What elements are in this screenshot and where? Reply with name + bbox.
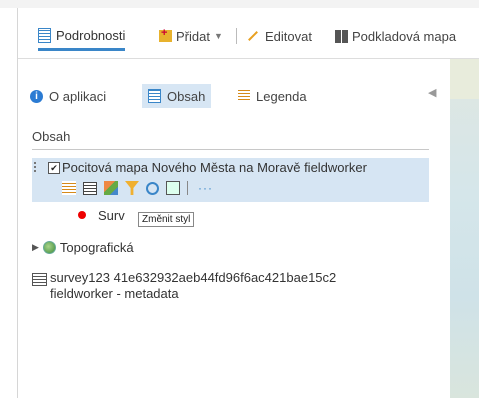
- sublayer-row: Surv: [78, 205, 125, 225]
- layer-row[interactable]: ✔ Pocitová mapa Nového Města na Moravě f…: [32, 158, 429, 202]
- filter-icon[interactable]: [125, 181, 139, 195]
- details-icon: [38, 27, 51, 43]
- tab-legend-label: Legenda: [256, 88, 307, 104]
- table-layer-name: survey123 41e632932aeb44fd96f6ac421bae15…: [50, 270, 336, 302]
- basemap-label: Podkladová mapa: [352, 28, 457, 44]
- toolbar-separator: [236, 28, 237, 44]
- map-view[interactable]: [450, 59, 479, 398]
- analysis-icon[interactable]: [146, 181, 159, 195]
- app-panel: Podrobnosti + Přidat ▼ Editovat Podklado…: [18, 8, 479, 398]
- tab-content-label: Obsah: [167, 88, 206, 104]
- point-symbol-icon: [78, 211, 86, 219]
- pencil-icon: [248, 31, 258, 41]
- drag-handle-icon[interactable]: [34, 162, 38, 176]
- top-strip: [0, 0, 479, 8]
- section-divider: [32, 149, 429, 150]
- add-button[interactable]: + Přidat ▼: [159, 22, 223, 50]
- expand-arrow-icon[interactable]: ▶: [32, 242, 39, 253]
- tab-legend[interactable]: Legenda: [238, 84, 307, 108]
- layer-actions: ···: [62, 180, 213, 196]
- section-title: Obsah: [32, 129, 71, 144]
- basemap-layer-row[interactable]: ▶ Topografická: [32, 237, 134, 257]
- legend-icon: [238, 90, 250, 102]
- info-icon: i: [30, 89, 43, 103]
- basemap-layer-name: Topografická: [59, 239, 134, 255]
- details-button[interactable]: Podrobnosti: [38, 22, 126, 51]
- actions-separator: [187, 181, 188, 195]
- add-label: Přidat: [176, 28, 210, 44]
- toolbar: Podrobnosti + Přidat ▼ Editovat Podklado…: [18, 22, 479, 51]
- edit-label: Editovat: [265, 28, 312, 44]
- table-layer-line1: survey123 41e632932aeb44fd96f6ac421bae15…: [50, 270, 337, 285]
- map-viewer-icon[interactable]: [166, 181, 180, 195]
- table-layer-line2: fieldworker - metadata: [50, 286, 179, 301]
- basemap-button[interactable]: Podkladová mapa: [335, 22, 456, 50]
- tooltip: Změnit styl: [138, 212, 195, 227]
- content-icon: [148, 89, 161, 103]
- table-icon[interactable]: [83, 181, 97, 195]
- change-style-icon[interactable]: [104, 181, 118, 195]
- map-land-area: [450, 59, 479, 99]
- tab-about[interactable]: i O aplikaci: [30, 84, 106, 108]
- edit-button[interactable]: Editovat: [247, 22, 312, 50]
- sidebar: [18, 59, 450, 398]
- tab-about-label: O aplikaci: [49, 88, 107, 104]
- tab-content[interactable]: Obsah: [142, 84, 212, 108]
- details-label: Podrobnosti: [56, 27, 126, 43]
- layer-name: Pocitová mapa Nového Města na Moravě fie…: [62, 160, 367, 175]
- chevron-down-icon: ▼: [213, 31, 223, 41]
- globe-icon: [42, 240, 56, 254]
- more-options-button[interactable]: ···: [198, 181, 213, 195]
- basemap-icon: [335, 29, 348, 43]
- sublayer-name: Surv: [98, 207, 125, 223]
- attribute-table-icon[interactable]: [62, 181, 76, 195]
- table-icon: [32, 273, 47, 286]
- layer-visibility-checkbox[interactable]: ✔: [48, 162, 60, 174]
- collapse-panel-icon[interactable]: ◀: [428, 86, 436, 99]
- left-margin: [0, 8, 18, 398]
- add-icon: +: [159, 27, 172, 42]
